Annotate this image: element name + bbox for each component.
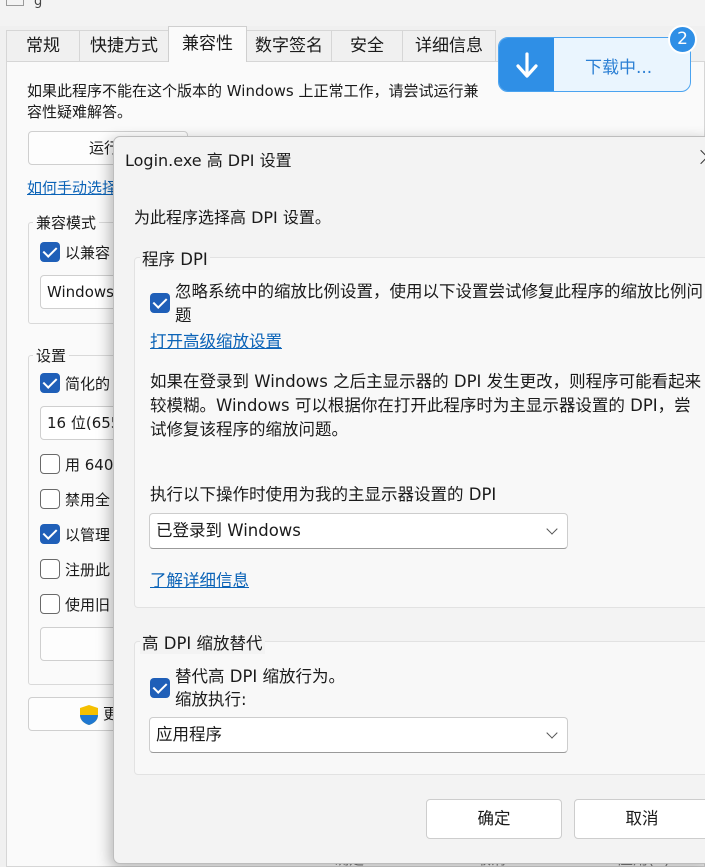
advanced-scaling-link[interactable]: 打开高级缩放设置: [150, 328, 282, 352]
ok-button[interactable]: 确定: [426, 799, 562, 839]
register-restart-label: 注册此: [65, 561, 111, 579]
manual-select-link[interactable]: 如何手动选择: [27, 177, 117, 198]
settings-title: 设置: [33, 345, 70, 366]
disable-fullscreen-label: 禁用全: [65, 491, 111, 509]
uac-shield-icon: [80, 705, 98, 725]
dpi-timing-select[interactable]: 已登录到 Windows: [149, 513, 568, 549]
dpi-override-title: 高 DPI 缩放替代: [140, 630, 265, 654]
tab-shortcut[interactable]: 快捷方式: [79, 30, 169, 62]
close-icon[interactable]: [694, 145, 705, 169]
window-title: g: [34, 0, 43, 9]
register-restart-checkbox[interactable]: [40, 559, 60, 579]
dpi-change-description: 如果在登录到 Windows 之后主显示器的 DPI 发生更改，则程序可能看起来…: [150, 372, 702, 439]
learn-more-link[interactable]: 了解详细信息: [150, 567, 249, 591]
disable-fullscreen-checkbox[interactable]: [40, 489, 60, 509]
download-status-label: 下载中...: [585, 58, 653, 78]
compat-mode-title: 兼容模式: [33, 212, 100, 233]
dialog-title: Login.exe 高 DPI 设置: [125, 151, 292, 170]
scaling-performed-label: 缩放执行:: [175, 690, 247, 709]
download-progress-widget[interactable]: 下载中...: [498, 37, 691, 92]
tab-general[interactable]: 常规: [6, 30, 80, 62]
high-dpi-settings-dialog: Login.exe 高 DPI 设置 为此程序选择高 DPI 设置。 程序 DP…: [113, 136, 705, 864]
override-system-scaling-checkbox[interactable]: [150, 293, 170, 313]
override-scaling-checkbox[interactable]: [150, 678, 170, 698]
resolution-640-checkbox[interactable]: [40, 454, 60, 474]
dpi-timing-value: 已登录到 Windows: [156, 521, 301, 540]
chevron-down-icon: [546, 523, 558, 535]
download-count-badge: 2: [668, 25, 697, 54]
app-icon: [6, 0, 24, 6]
compat-mode-checkbox[interactable]: [40, 242, 60, 262]
tab-security[interactable]: 安全: [331, 30, 403, 62]
program-dpi-title: 程序 DPI: [140, 246, 210, 270]
compat-mode-label: 以兼容: [65, 244, 111, 262]
legacy-icc-checkbox[interactable]: [40, 594, 60, 614]
tab-digital-signatures[interactable]: 数字签名: [246, 30, 332, 62]
dialog-intro: 为此程序选择高 DPI 设置。: [134, 208, 331, 227]
legacy-icc-label: 使用旧: [65, 596, 111, 614]
reduced-color-label: 简化的: [65, 375, 111, 393]
dpi-select-label: 执行以下操作时使用为我的主显示器设置的 DPI: [150, 485, 497, 504]
chevron-down-icon: [546, 727, 558, 739]
download-icon: [499, 38, 554, 91]
resolution-640-label: 用 640: [65, 456, 114, 474]
window-titlebar: g: [0, 0, 705, 26]
troubleshoot-text-line1: 如果此程序不能在这个版本的 Windows 上正常工作，请尝试运行兼: [27, 82, 479, 100]
tab-compatibility[interactable]: 兼容性: [168, 26, 247, 62]
run-as-admin-checkbox[interactable]: [40, 524, 60, 544]
override-system-scaling-label: 忽略系统中的缩放比例设置，使用以下设置尝试修复此程序的缩放比例问题: [175, 282, 703, 325]
reduced-color-checkbox[interactable]: [40, 373, 60, 393]
tab-details[interactable]: 详细信息: [402, 30, 496, 62]
scaling-performed-select[interactable]: 应用程序: [149, 717, 568, 753]
run-as-admin-label: 以管理: [65, 526, 111, 544]
cancel-button[interactable]: 取消: [574, 799, 705, 839]
override-scaling-label: 替代高 DPI 缩放行为。: [175, 667, 346, 686]
scaling-performed-value: 应用程序: [156, 725, 222, 744]
troubleshoot-text-line2: 容性疑难解答。: [27, 103, 133, 121]
